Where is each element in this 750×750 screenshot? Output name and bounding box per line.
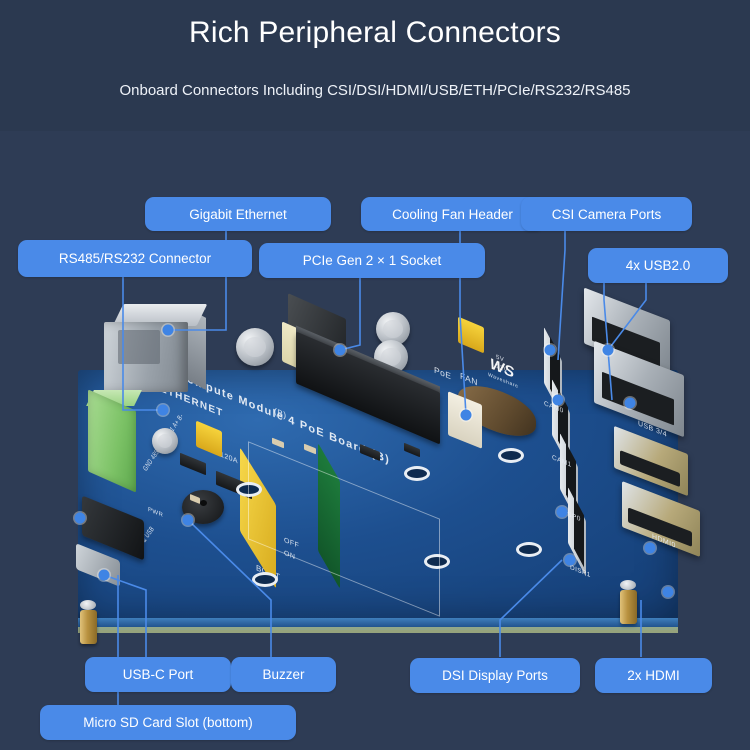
callout-4x-usb20[interactable]: 4x USB2.0 [588, 248, 728, 283]
capacitor-4 [152, 428, 178, 454]
callout-pcie-gen2-socket[interactable]: PCIe Gen 2 × 1 Socket [259, 243, 485, 278]
buzzer-vent-hole [200, 500, 207, 506]
mounting-hole-2 [404, 466, 430, 481]
dot-sdcard [74, 512, 86, 524]
dot-usb-1 [602, 344, 614, 356]
dot-fan [460, 409, 472, 421]
screw-right [620, 580, 636, 590]
dot-usbc [98, 569, 110, 581]
callout-rs485-rs232-connector[interactable]: RS485/RS232 Connector [18, 240, 252, 277]
dot-csi-cam0 [544, 344, 556, 356]
mounting-hole-3 [252, 572, 278, 587]
dot-hdmi-1 [662, 586, 674, 598]
dot-usb-2 [624, 397, 636, 409]
capacitor-1 [236, 328, 274, 366]
callout-csi-camera-ports[interactable]: CSI Camera Ports [521, 197, 692, 231]
dot-hdmi-0 [644, 542, 656, 554]
callout-2x-hdmi[interactable]: 2x HDMI [595, 658, 712, 693]
dot-buzzer [182, 514, 194, 526]
callout-cooling-fan-header[interactable]: Cooling Fan Header [361, 197, 544, 231]
page-title: Rich Peripheral Connectors [188, 16, 562, 49]
dot-csi-cam1 [552, 394, 564, 406]
pcb-bottom-edge [78, 627, 678, 633]
ethernet-port-slot [118, 330, 160, 364]
callout-dsi-display-ports[interactable]: DSI Display Ports [410, 658, 580, 693]
standoff-right [620, 590, 637, 624]
callout-usb-c-port[interactable]: USB-C Port [85, 657, 231, 692]
dot-ethernet [162, 324, 174, 336]
callout-buzzer[interactable]: Buzzer [231, 657, 336, 692]
ethernet-jack-face [104, 322, 188, 392]
mounting-hole-5 [498, 448, 524, 463]
screw-left [80, 600, 96, 610]
mounting-hole-6 [516, 542, 542, 557]
callout-micro-sd-card-slot[interactable]: Micro SD Card Slot (bottom) [40, 705, 296, 740]
product-diagram: Rich Peripheral Connectors Onboard Conne… [0, 0, 750, 750]
page-subtitle: Onboard Connectors Including CSI/DSI/HDM… [119, 82, 631, 99]
fan-header [458, 316, 484, 354]
dot-dsi-disp0 [556, 506, 568, 518]
dot-rs485 [157, 404, 169, 416]
callout-gigabit-ethernet[interactable]: Gigabit Ethernet [145, 197, 331, 231]
standoff-left [80, 610, 97, 644]
dot-dsi-disp1 [564, 554, 576, 566]
dot-pcie [334, 344, 346, 356]
